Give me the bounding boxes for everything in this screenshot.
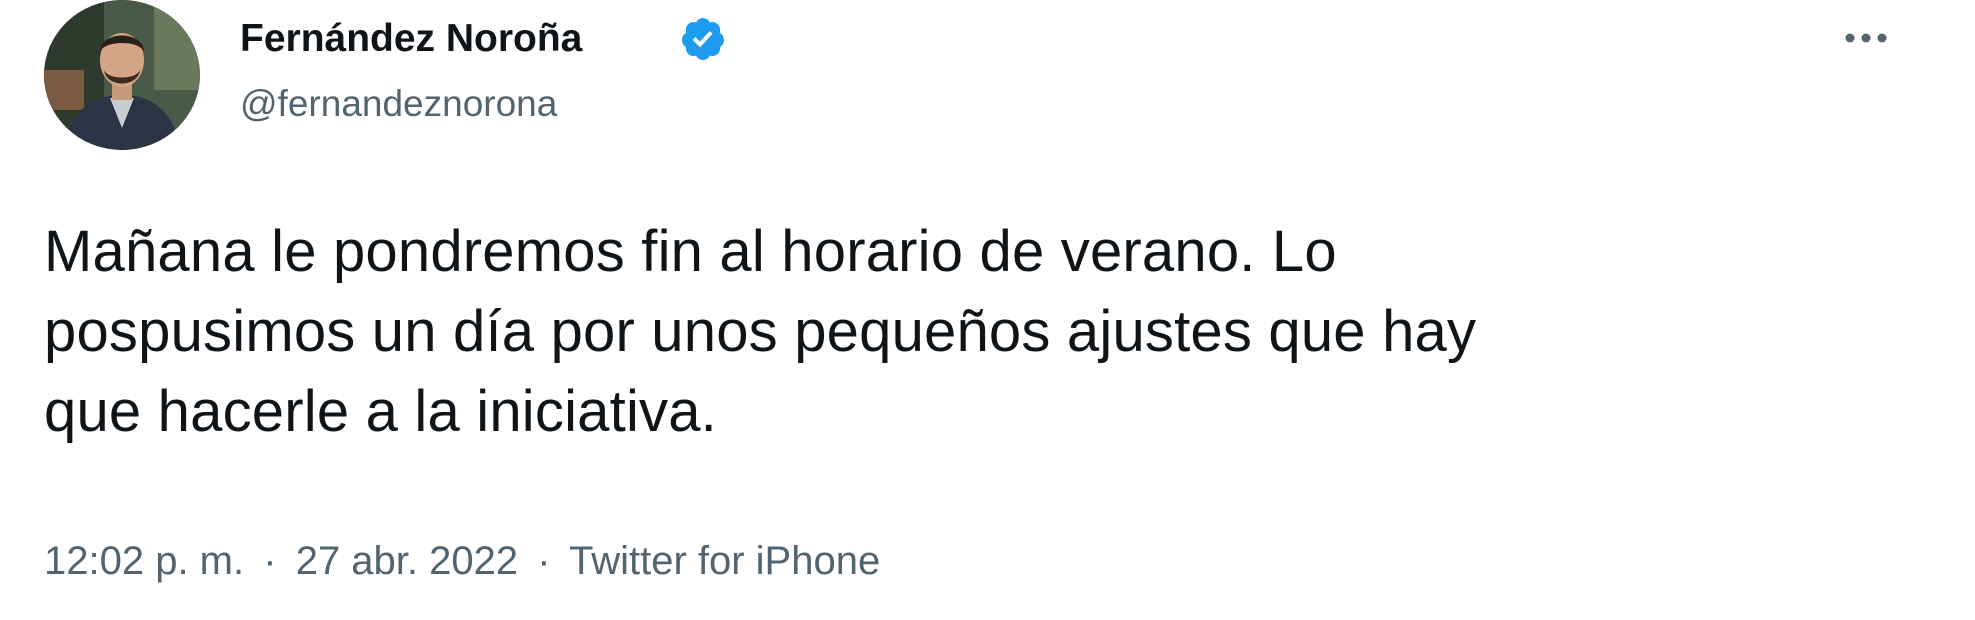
avatar[interactable]: [44, 0, 200, 150]
author-handle[interactable]: @fernandeznorona: [240, 80, 557, 128]
more-options-button[interactable]: [1834, 14, 1898, 62]
tweet-time[interactable]: 12:02 p. m.: [44, 539, 244, 583]
avatar-photo: [44, 0, 200, 150]
tweet-text-line: Mañana le pondremos fin al horario de ve…: [44, 219, 1337, 284]
verified-badge-icon: [681, 18, 724, 60]
tweet-text: Mañana le pondremos fin al horario de ve…: [44, 212, 1904, 452]
more-horizontal-icon: [1845, 33, 1887, 43]
tweet-source[interactable]: Twitter for iPhone: [569, 539, 880, 583]
tweet-text-line: que hacerle a la iniciativa.: [44, 379, 717, 444]
tweet-card: Fernández Noroña @fernandeznorona Mañana…: [0, 0, 1975, 620]
meta-separator: ·: [263, 539, 277, 583]
meta-separator: ·: [537, 539, 551, 583]
tweet-text-line: pospusimos un día por unos pequeños ajus…: [44, 299, 1477, 364]
tweet-date[interactable]: 27 abr. 2022: [296, 539, 518, 583]
tweet-metadata: 12:02 p. m. · 27 abr. 2022 · Twitter for…: [44, 534, 880, 588]
author-display-name[interactable]: Fernández Noroña: [240, 14, 582, 64]
